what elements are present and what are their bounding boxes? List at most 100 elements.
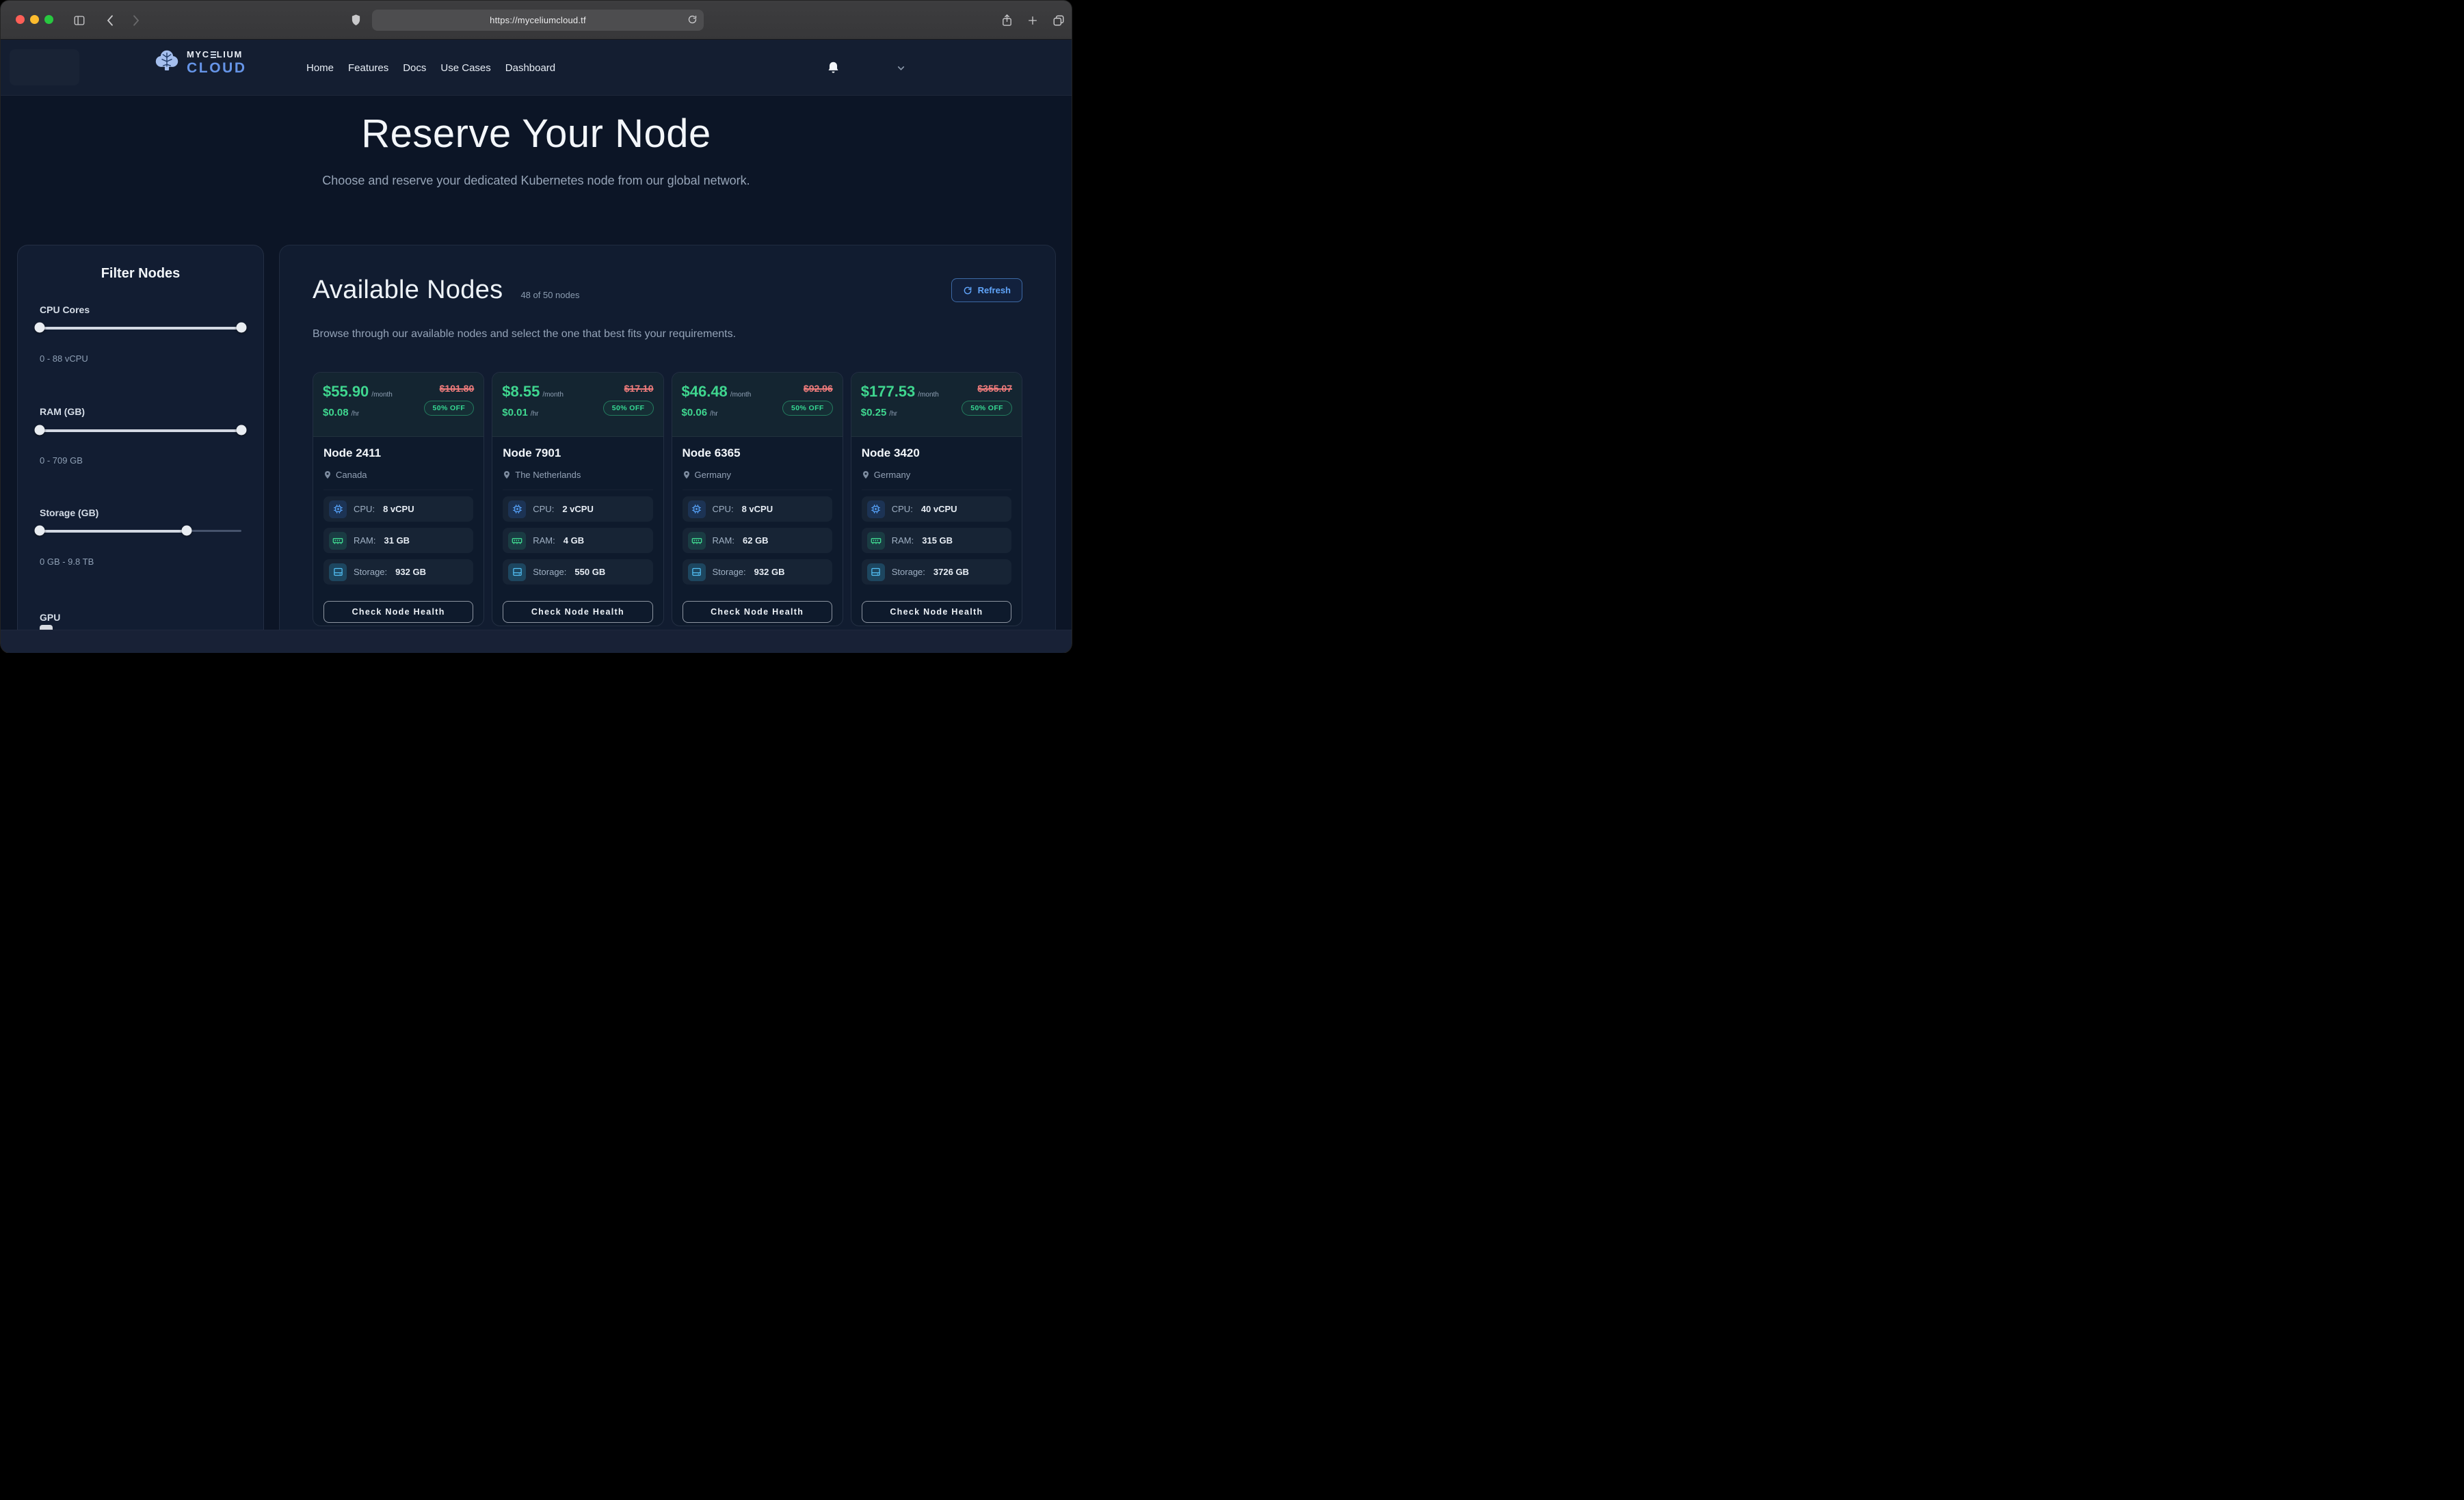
ram-range-slider[interactable]	[40, 425, 241, 436]
ram-filter-label: RAM (GB)	[40, 406, 85, 417]
nav-link-use-cases[interactable]: Use Cases	[440, 62, 490, 74]
slider-fill	[40, 530, 187, 533]
node-card[interactable]: $177.53/month $0.25/hr $355.07 50% OFF N…	[851, 372, 1022, 626]
node-name: Node 3420	[862, 446, 1011, 460]
ram-icon	[329, 532, 347, 550]
window-controls[interactable]	[16, 15, 53, 24]
price-hourly: $0.01	[502, 407, 528, 418]
check-node-health-button[interactable]: Check Node Health	[862, 601, 1011, 623]
price-original: $17.10	[624, 383, 654, 394]
location-pin-icon	[323, 470, 332, 480]
nodes-panel-header: Available Nodes 48 of 50 nodes Refresh	[313, 276, 1022, 305]
storage-slider-max-handle[interactable]	[182, 526, 192, 536]
node-card[interactable]: $46.48/month $0.06/hr $92.96 50% OFF Nod…	[672, 372, 843, 626]
slider-fill	[40, 327, 241, 330]
cpu-value: 8 vCPU	[742, 504, 773, 514]
refresh-button[interactable]: Refresh	[951, 278, 1022, 302]
nav-link-home[interactable]: Home	[306, 62, 334, 74]
node-pricing: $46.48/month $0.06/hr $92.96 50% OFF	[672, 373, 843, 437]
location-pin-icon	[862, 470, 870, 480]
zoom-window-button[interactable]	[44, 15, 53, 24]
price-monthly: $177.53	[861, 383, 916, 400]
cpu-slider-min-handle[interactable]	[35, 323, 45, 333]
nav-links: Home Features Docs Use Cases Dashboard	[306, 40, 555, 96]
location-pin-icon	[503, 470, 511, 480]
storage-spec-row: Storage:550 GB	[503, 559, 652, 585]
cpu-spec-row: CPU:8 vCPU	[683, 496, 832, 522]
node-details: Node 2411 Canada CPU:8 vCPU RAM:31 GB St…	[313, 437, 483, 626]
address-bar[interactable]: https://myceliumcloud.tf	[372, 10, 704, 31]
check-node-health-button[interactable]: Check Node Health	[683, 601, 832, 623]
node-name: Node 7901	[503, 446, 652, 460]
node-details: Node 3420 Germany CPU:40 vCPU RAM:315 GB…	[851, 437, 1022, 626]
nav-link-docs[interactable]: Docs	[403, 62, 426, 74]
storage-icon	[508, 563, 526, 581]
nodes-panel-title: Available Nodes	[313, 276, 503, 305]
price-monthly: $55.90	[323, 383, 369, 400]
check-node-health-button[interactable]: Check Node Health	[503, 601, 652, 623]
storage-spec-row: Storage:932 GB	[683, 559, 832, 585]
node-card[interactable]: $55.90/month $0.08/hr $101.80 50% OFF No…	[313, 372, 484, 626]
forward-icon[interactable]	[128, 1, 144, 40]
cpu-slider-max-handle[interactable]	[237, 323, 247, 333]
check-node-health-button[interactable]: Check Node Health	[323, 601, 473, 623]
chevron-down-icon[interactable]	[897, 40, 905, 96]
share-icon[interactable]	[998, 1, 1016, 40]
bell-icon[interactable]	[827, 40, 840, 96]
storage-spec-row: Storage:3726 GB	[862, 559, 1011, 585]
storage-value: 3726 GB	[933, 567, 969, 577]
price-original: $355.07	[977, 383, 1012, 394]
discount-badge: 50% OFF	[962, 401, 1012, 416]
page-subtitle: Choose and reserve your dedicated Kubern…	[1, 174, 1072, 188]
cpu-spec-row: CPU:2 vCPU	[503, 496, 652, 522]
ram-icon	[688, 532, 706, 550]
cpu-value: 8 vCPU	[383, 504, 414, 514]
ram-icon	[867, 532, 885, 550]
price-monthly: $46.48	[682, 383, 728, 400]
cpu-value: 40 vCPU	[921, 504, 957, 514]
nav-link-features[interactable]: Features	[348, 62, 388, 74]
cpu-spec-row: CPU:40 vCPU	[862, 496, 1011, 522]
ram-spec-row: RAM:62 GB	[683, 528, 832, 553]
cpu-range-slider[interactable]	[40, 322, 241, 333]
node-details: Node 7901 The Netherlands CPU:2 vCPU RAM…	[492, 437, 663, 626]
bottom-band	[1, 630, 1072, 653]
storage-range-slider[interactable]	[40, 525, 241, 536]
navbar-ghost-block	[10, 49, 79, 85]
brand-logo[interactable]: MYCLIUM CLOUD	[153, 49, 247, 77]
node-name: Node 6365	[683, 446, 832, 460]
nav-link-dashboard[interactable]: Dashboard	[505, 62, 555, 74]
url-text: https://myceliumcloud.tf	[490, 15, 586, 25]
storage-value: 932 GB	[754, 567, 785, 577]
page-title: Reserve Your Node	[1, 111, 1072, 157]
ram-range-text: 0 - 709 GB	[40, 455, 83, 466]
storage-value: 550 GB	[574, 567, 605, 577]
price-monthly: $8.55	[502, 383, 540, 400]
storage-slider-min-handle[interactable]	[35, 526, 45, 536]
available-nodes-panel: Available Nodes 48 of 50 nodes Refresh B…	[279, 245, 1056, 653]
cpu-filter-label: CPU Cores	[40, 304, 90, 315]
storage-filter-label: Storage (GB)	[40, 507, 98, 518]
per-hour-label: /hr	[889, 410, 897, 418]
new-tab-icon[interactable]	[1024, 1, 1042, 40]
minimize-window-button[interactable]	[30, 15, 39, 24]
price-hourly: $0.08	[323, 407, 349, 418]
slider-fill	[40, 429, 241, 432]
tabs-icon[interactable]	[1050, 1, 1068, 40]
ram-slider-max-handle[interactable]	[237, 425, 247, 436]
back-icon[interactable]	[102, 1, 118, 40]
ram-slider-min-handle[interactable]	[35, 425, 45, 436]
discount-badge: 50% OFF	[782, 401, 833, 416]
ram-spec-row: RAM:31 GB	[323, 528, 473, 553]
webpage: MYCLIUM CLOUD Home Features Docs Use Cas…	[1, 40, 1072, 653]
node-card[interactable]: $8.55/month $0.01/hr $17.10 50% OFF Node…	[492, 372, 663, 626]
sidebar-icon[interactable]	[69, 1, 90, 40]
reload-icon[interactable]	[687, 14, 698, 28]
site-navbar: MYCLIUM CLOUD Home Features Docs Use Cas…	[1, 40, 1072, 96]
ram-icon	[508, 532, 526, 550]
ram-spec-row: RAM:4 GB	[503, 528, 652, 553]
close-window-button[interactable]	[16, 15, 25, 24]
node-pricing: $177.53/month $0.25/hr $355.07 50% OFF	[851, 373, 1022, 437]
per-month-label: /month	[730, 391, 752, 399]
shield-icon[interactable]	[347, 1, 364, 40]
